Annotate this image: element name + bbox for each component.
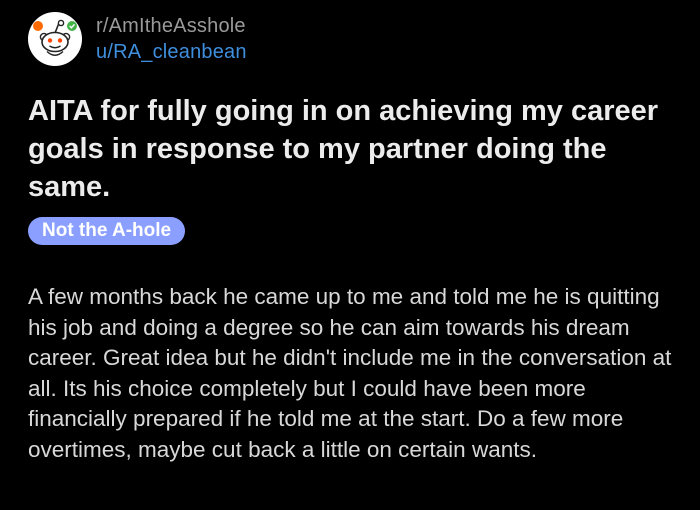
author-link[interactable]: u/RA_cleanbean bbox=[96, 39, 247, 65]
post-flair-badge: Not the A-hole bbox=[28, 217, 186, 245]
subreddit-link[interactable]: r/AmItheAsshole bbox=[96, 13, 247, 39]
post-meta: r/AmItheAsshole u/RA_cleanbean bbox=[96, 13, 247, 65]
post-title: AITA for fully going in on achieving my … bbox=[28, 95, 659, 203]
reddit-snoo-icon[interactable] bbox=[28, 12, 82, 66]
post-header: r/AmItheAsshole u/RA_cleanbean bbox=[28, 12, 247, 66]
post-body: A few months back he came up to me and t… bbox=[28, 284, 672, 462]
